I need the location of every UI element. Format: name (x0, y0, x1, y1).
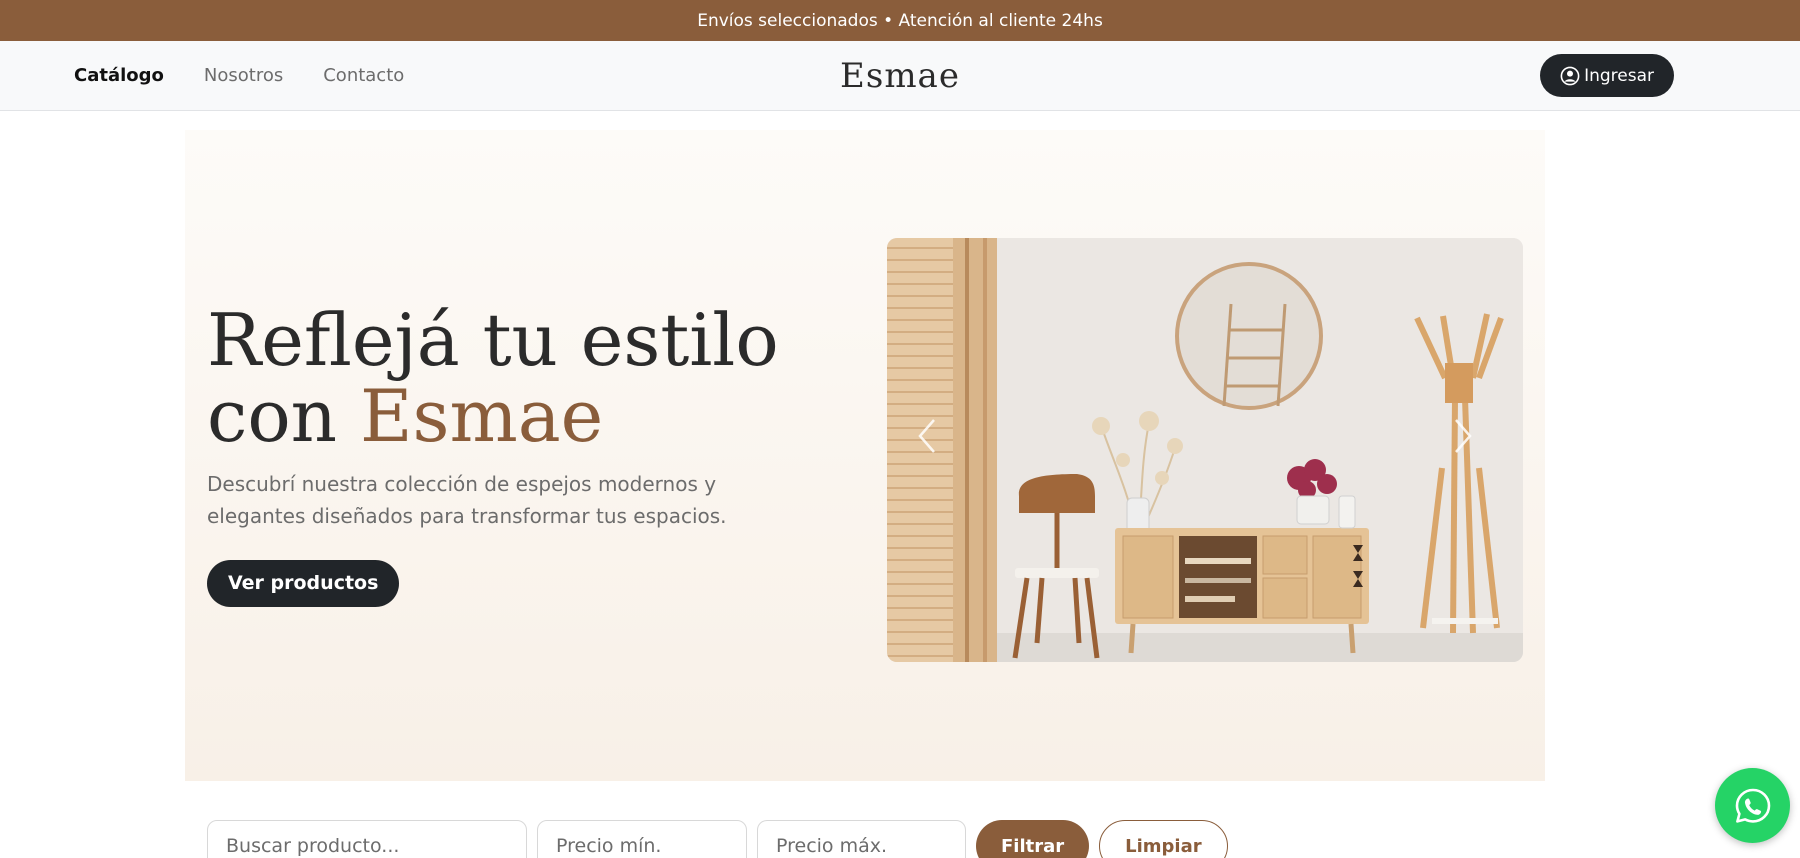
brand-logo[interactable]: Esmae (840, 56, 960, 96)
announcement-text: Envíos seleccionados • Atención al clien… (697, 10, 1103, 31)
chevron-right-icon (1455, 419, 1472, 453)
carousel-prev-button[interactable] (917, 418, 957, 478)
min-price-field[interactable] (537, 820, 747, 858)
filter-button[interactable]: Filtrar (976, 820, 1090, 858)
search-input[interactable] (226, 835, 508, 857)
login-label: Ingresar (1584, 65, 1654, 86)
whatsapp-icon (1735, 788, 1770, 823)
search-field[interactable] (207, 820, 527, 858)
chevron-left-icon (918, 419, 935, 453)
hero-title-prefix: con (207, 374, 360, 458)
max-price-input[interactable] (776, 835, 947, 857)
hero-carousel (887, 238, 1523, 662)
login-button[interactable]: Ingresar (1540, 54, 1674, 97)
carousel-next-button[interactable] (1453, 418, 1493, 478)
hero-title-line1: Reflejá tu estilo (207, 298, 779, 382)
whatsapp-button[interactable] (1715, 768, 1790, 843)
announcement-bar: Envíos seleccionados • Atención al clien… (0, 0, 1800, 41)
clear-button[interactable]: Limpiar (1099, 820, 1228, 858)
user-circle-icon (1560, 66, 1580, 86)
hero-section: Reflejá tu estilo con Esmae Descubrí nue… (185, 130, 1545, 781)
min-price-input[interactable] (556, 835, 728, 857)
max-price-field[interactable] (757, 820, 966, 858)
nav-link-contacto[interactable]: Contacto (323, 65, 404, 86)
nav-link-nosotros[interactable]: Nosotros (204, 65, 283, 86)
nav-links: Catálogo Nosotros Contacto (74, 41, 444, 110)
main-navbar: Catálogo Nosotros Contacto Esmae Ingresa… (0, 41, 1800, 111)
nav-link-catalogo[interactable]: Catálogo (74, 65, 164, 86)
hero-text: Reflejá tu estilo con Esmae Descubrí nue… (207, 302, 847, 607)
hero-title-accent: Esmae (359, 374, 604, 458)
view-products-button[interactable]: Ver productos (207, 560, 400, 607)
hero-title: Reflejá tu estilo con Esmae (207, 302, 847, 454)
hero-subtitle: Descubrí nuestra colección de espejos mo… (207, 472, 727, 528)
hero-carousel-image (887, 238, 1523, 662)
product-filters: Filtrar Limpiar (207, 820, 1228, 858)
